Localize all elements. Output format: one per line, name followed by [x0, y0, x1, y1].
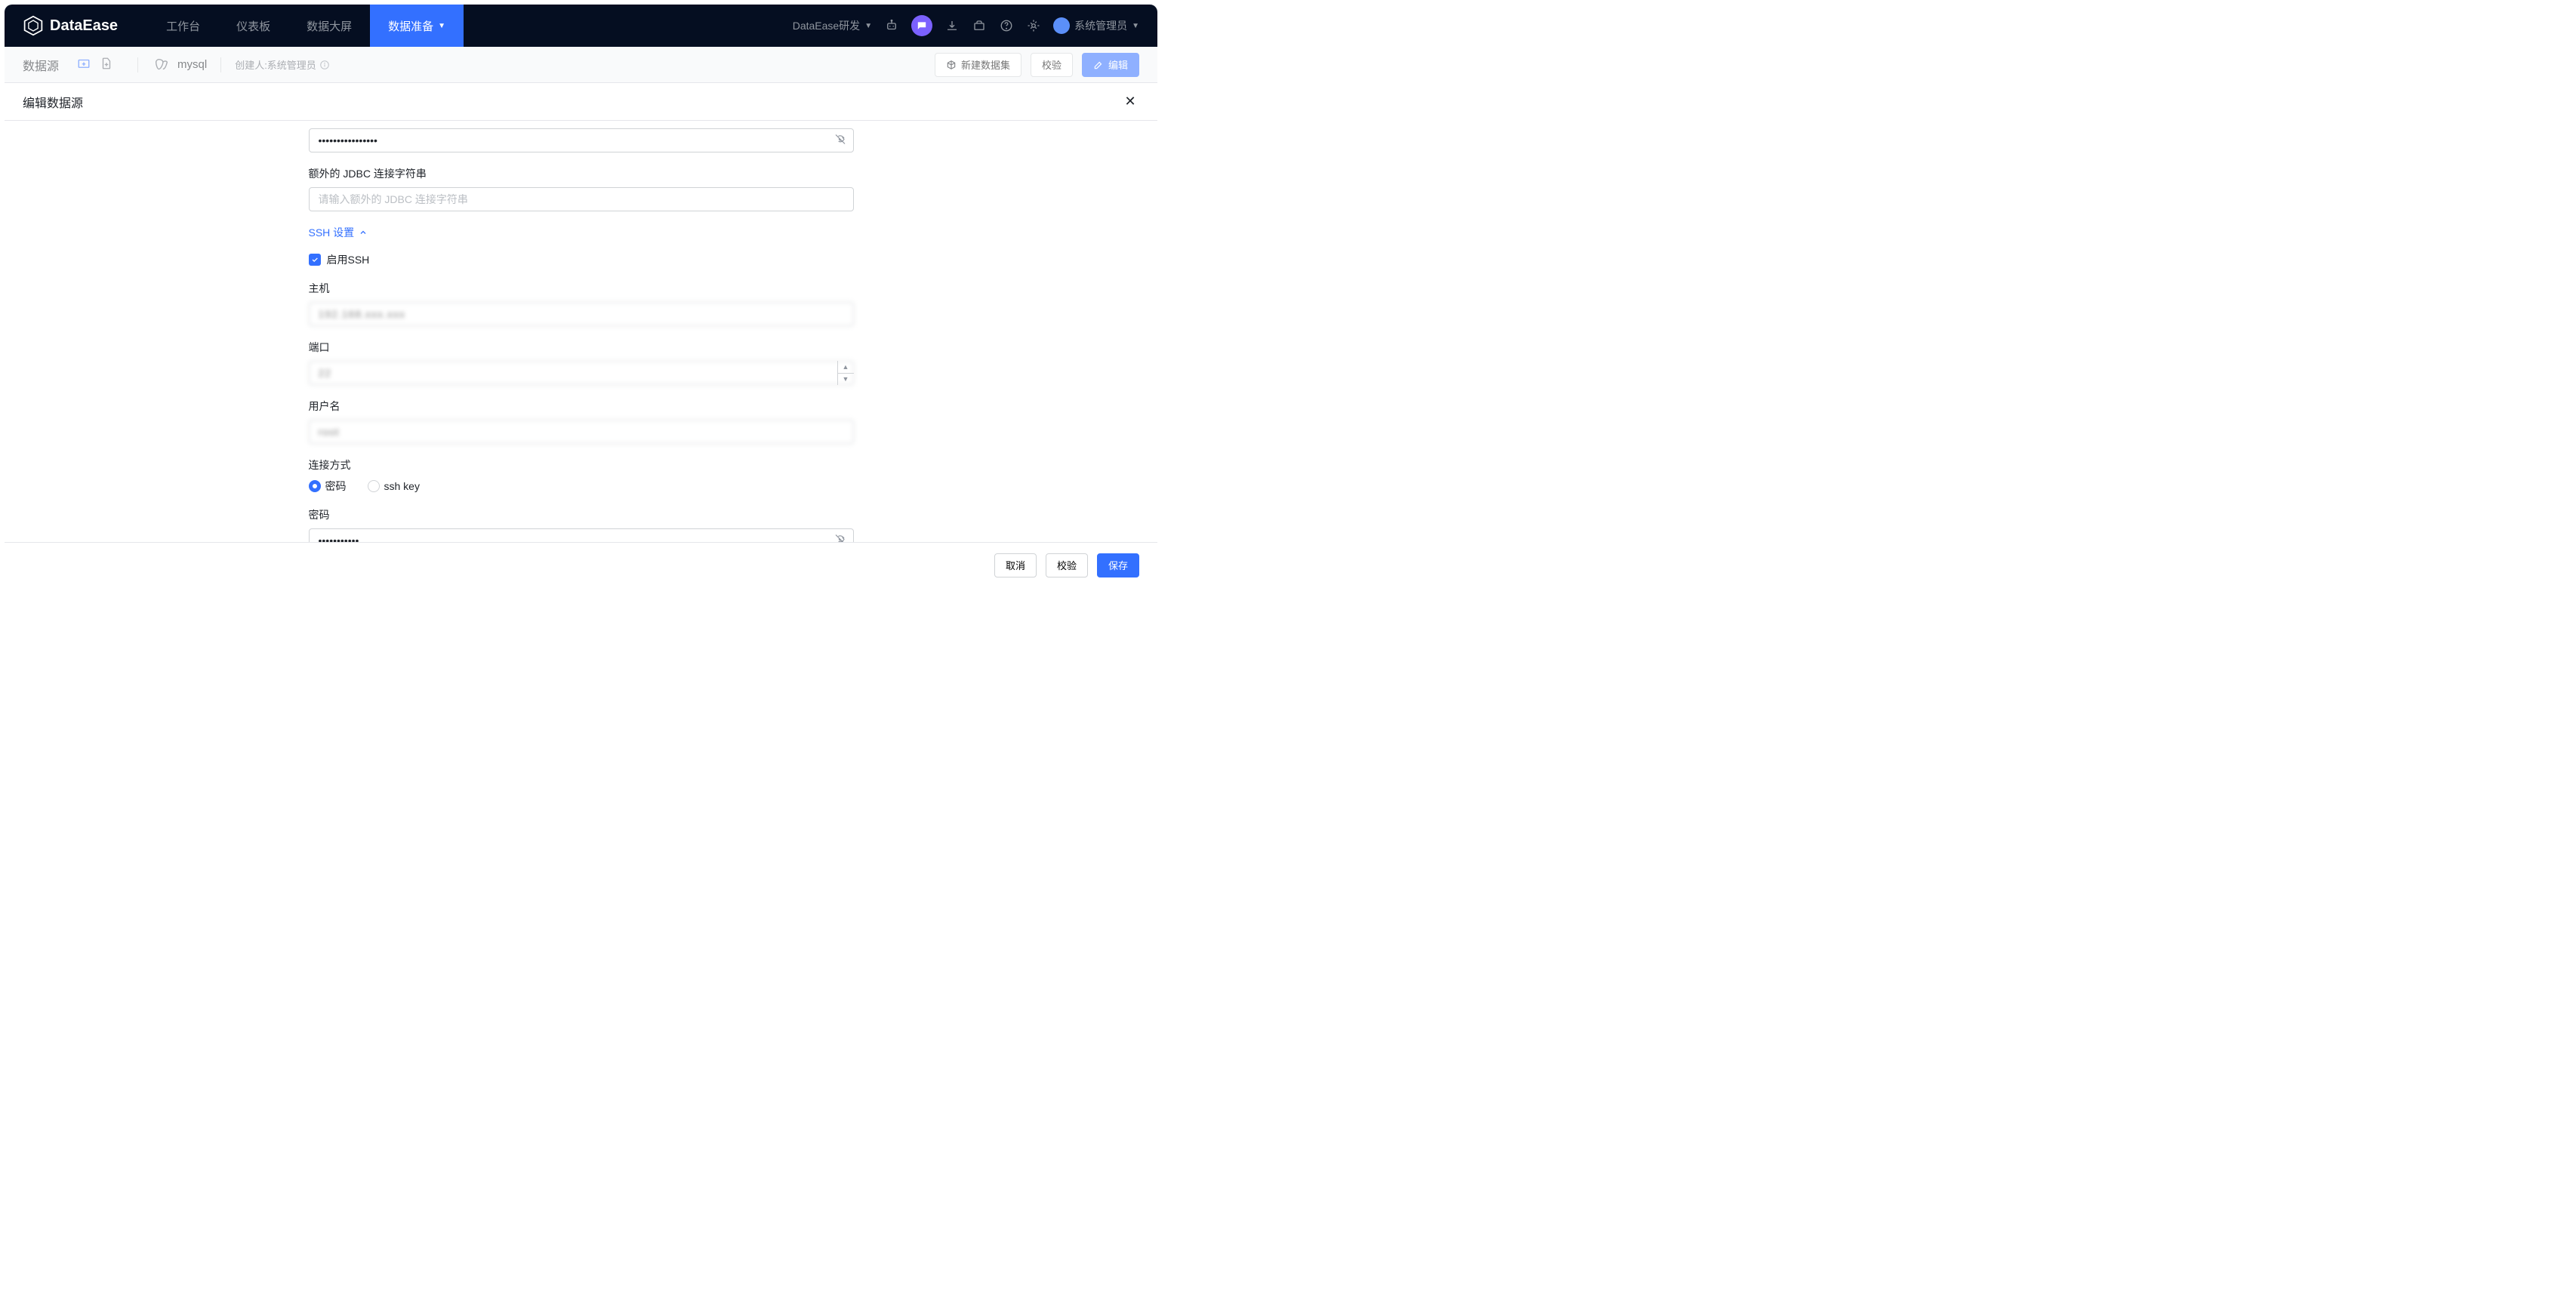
edit-icon: [1093, 60, 1104, 70]
chevron-up-icon: [359, 228, 368, 237]
nav-dashboard[interactable]: 仪表板: [218, 5, 288, 47]
enable-ssh-label: 启用SSH: [327, 252, 370, 267]
ssh-password-label: 密码: [309, 507, 854, 522]
section-title: 数据源: [23, 56, 59, 74]
stepper-down-icon[interactable]: ▼: [838, 374, 854, 386]
ssh-username-label: 用户名: [309, 399, 854, 414]
modal-body: 额外的 JDBC 连接字符串 SSH 设置 启用SSH 主机: [5, 121, 1157, 542]
chevron-down-icon: ▼: [1132, 22, 1139, 30]
settings-icon[interactable]: [1026, 18, 1041, 33]
datasource-name: mysql: [177, 58, 207, 71]
chat-icon[interactable]: [911, 15, 932, 36]
jdbc-extra-input[interactable]: [309, 187, 854, 211]
ssh-password-input[interactable]: [309, 528, 854, 542]
validate-button-footer[interactable]: 校验: [1046, 553, 1088, 577]
add-folder-icon[interactable]: [77, 57, 91, 72]
download-icon[interactable]: [944, 18, 960, 33]
chevron-down-icon: ▼: [438, 22, 445, 30]
conn-method-password-radio[interactable]: 密码: [309, 479, 347, 494]
main-nav: 工作台 仪表板 数据大屏 数据准备 ▼: [148, 5, 464, 47]
ssh-settings-toggle[interactable]: SSH 设置: [309, 225, 854, 240]
ssh-host-input[interactable]: [309, 302, 854, 326]
validate-button[interactable]: 校验: [1031, 53, 1073, 77]
avatar-icon: [1053, 17, 1070, 34]
close-icon[interactable]: ✕: [1121, 93, 1139, 111]
ssh-port-label: 端口: [309, 340, 854, 355]
secondary-toolbar: 数据源 mysql 创建人:系统管理员 新建数据: [5, 47, 1157, 83]
ssh-username-input[interactable]: [309, 420, 854, 444]
check-icon: [311, 256, 319, 263]
app-name: DataEase: [50, 17, 118, 35]
top-nav: DataEase 工作台 仪表板 数据大屏 数据准备 ▼ DataEase研发 …: [5, 5, 1157, 47]
stepper-up-icon[interactable]: ▲: [838, 361, 854, 374]
eye-icon[interactable]: [834, 534, 846, 543]
save-button[interactable]: 保存: [1097, 553, 1139, 577]
db-password-input[interactable]: [309, 128, 854, 152]
creator-label: 创建人:系统管理员: [235, 57, 330, 72]
tenant-selector[interactable]: DataEase研发 ▼: [793, 18, 872, 33]
nav-data-prep[interactable]: 数据准备 ▼: [370, 5, 464, 47]
nav-workspace[interactable]: 工作台: [148, 5, 218, 47]
modal-title: 编辑数据源: [23, 93, 83, 111]
database-icon: [153, 57, 170, 73]
radio-icon: [368, 480, 380, 492]
cube-icon: [946, 60, 957, 70]
nav-screen[interactable]: 数据大屏: [288, 5, 370, 47]
edit-button[interactable]: 编辑: [1082, 53, 1139, 77]
jdbc-extra-label: 额外的 JDBC 连接字符串: [309, 166, 854, 181]
eye-icon[interactable]: [834, 134, 846, 148]
add-file-icon[interactable]: [100, 57, 113, 72]
toolbox-icon[interactable]: [972, 18, 987, 33]
chevron-down-icon: ▼: [864, 22, 872, 30]
nav-right: DataEase研发 ▼ 系统管理员: [793, 15, 1139, 36]
info-icon[interactable]: [319, 60, 330, 70]
modal-footer: 取消 校验 保存: [5, 542, 1157, 587]
ssh-host-label: 主机: [309, 281, 854, 296]
cancel-button[interactable]: 取消: [994, 553, 1037, 577]
user-menu[interactable]: 系统管理员 ▼: [1053, 17, 1139, 34]
conn-method-sshkey-radio[interactable]: ssh key: [368, 480, 420, 492]
robot-icon[interactable]: [884, 18, 899, 33]
help-icon[interactable]: [999, 18, 1014, 33]
app-logo[interactable]: DataEase: [23, 15, 118, 36]
ssh-port-input[interactable]: [309, 361, 854, 385]
modal-header: 编辑数据源 ✕: [5, 83, 1157, 121]
conn-method-label: 连接方式: [309, 457, 854, 473]
enable-ssh-checkbox[interactable]: [309, 254, 321, 266]
logo-icon: [23, 15, 44, 36]
radio-icon: [309, 480, 321, 492]
new-dataset-button[interactable]: 新建数据集: [935, 53, 1021, 77]
